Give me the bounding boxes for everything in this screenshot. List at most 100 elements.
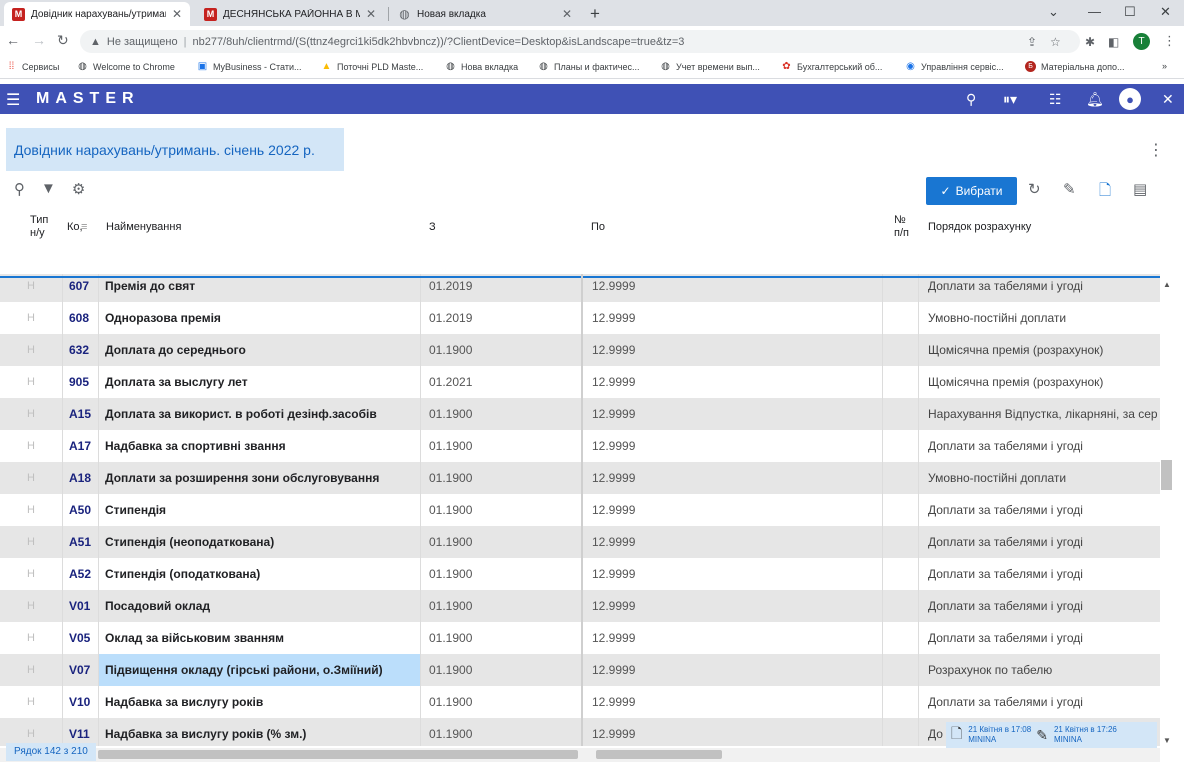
table-row[interactable]: Н V07 Підвищення окладу (гірські райони, о… [0,654,1160,686]
scroll-thumb[interactable] [1161,460,1172,490]
scroll-thumb-right[interactable] [596,750,722,759]
cell-code[interactable]: A15 [62,398,98,430]
cell-order[interactable]: Щомісячна премія (розрахунок) [918,334,1160,366]
page-menu-icon[interactable]: ⋮ [1148,140,1164,160]
minimize-icon[interactable]: — [1088,4,1101,19]
cell-from[interactable]: 01.2021 [420,366,582,398]
chrome-menu-icon[interactable]: ⋮ [1163,33,1176,49]
forward-icon[interactable]: → [32,32,46,48]
bookmark-item[interactable]: ▲ Поточні PLD Maste... [321,61,424,72]
cell-from[interactable]: 01.1900 [420,718,582,746]
hamburger-menu-icon[interactable]: ☰ [6,90,20,110]
table-row[interactable]: Н 608 Одноразова премія 01.2019 12.9999 Умовн… [0,302,1160,334]
close-window-icon[interactable]: ✕ [1160,4,1171,20]
cell-order[interactable]: Доплати за табелями і угоді [918,686,1160,718]
cell-to[interactable]: 12.9999 [582,366,882,398]
vertical-scrollbar[interactable]: ▲ ▼ [1160,278,1174,748]
sort-filter-icon[interactable]: ☷ [1049,91,1062,108]
cell-order[interactable]: Розрахунок по табелю [918,654,1160,686]
table-row[interactable]: Н 607 Премія до свят 01.2019 12.9999 Доплати … [0,274,1160,302]
cell-type[interactable]: Н [0,302,62,334]
browser-tab[interactable]: M ДЕСНЯНСЬКА РАЙОННА В МІС… ✕ [196,2,384,26]
cell-type[interactable]: Н [0,430,62,462]
cell-type[interactable]: Н [0,622,62,654]
cell-name[interactable]: Доплата за выслугу лет [98,366,420,398]
cell-name[interactable]: Надбавка за вислугу років [98,686,420,718]
column-header-order[interactable]: Порядок розрахунку [928,221,1031,234]
settings-gear-icon[interactable]: ⚙ [72,180,85,198]
cell-from[interactable]: 01.2019 [420,302,582,334]
cell-code[interactable]: 608 [62,302,98,334]
cell-order[interactable]: Доплати за табелями і угоді [918,274,1160,302]
new-tab-icon[interactable]: + [590,4,600,24]
extensions-icon[interactable]: ✱ [1085,35,1095,49]
cell-type[interactable]: Н [0,462,62,494]
cell-type[interactable]: Н [0,590,62,622]
edit-pencil-icon[interactable]: ✎ [1063,180,1076,198]
cell-to[interactable]: 12.9999 [582,622,882,654]
column-header-from[interactable]: З [429,221,436,234]
cell-type[interactable]: Н [0,686,62,718]
scroll-down-icon[interactable]: ▼ [1163,736,1171,745]
cell-code[interactable]: 632 [62,334,98,366]
reload-icon[interactable]: ↻ [57,32,69,49]
cell-order[interactable]: Доплати за табелями і угоді [918,622,1160,654]
cell-code[interactable]: V10 [62,686,98,718]
cell-from[interactable]: 01.1900 [420,622,582,654]
cell-to[interactable]: 12.9999 [582,718,882,746]
cell-from[interactable]: 01.1900 [420,494,582,526]
bookmark-item[interactable]: ◍ Welcome to Chrome [77,61,175,72]
cell-to[interactable]: 12.9999 [582,302,882,334]
cell-code[interactable]: 607 [62,274,98,302]
cell-code[interactable]: A52 [62,558,98,590]
table-row[interactable]: Н V01 Посадовий оклад 01.1900 12.9999 Доплати… [0,590,1160,622]
back-icon[interactable]: ← [6,32,20,48]
cell-name[interactable]: Премія до свят [98,274,420,302]
table-view-icon[interactable]: ▤ [1133,180,1147,198]
cell-order[interactable]: Доплати за табелями і угоді [918,558,1160,590]
cell-order[interactable]: Умовно-постійні доплати [918,462,1160,494]
cell-from[interactable]: 01.1900 [420,526,582,558]
cell-to[interactable]: 12.9999 [582,398,882,430]
cell-type[interactable]: Н [0,334,62,366]
select-button[interactable]: ✓ Вибрати [926,177,1017,205]
table-row[interactable]: Н A52 Стипендія (оподаткована) 01.1900 12.99… [0,558,1160,590]
column-header-num[interactable]: № п/п [894,214,914,240]
column-header-to[interactable]: По [591,221,605,234]
cell-name[interactable]: Доплата до середнього [98,334,420,366]
cell-type[interactable]: Н [0,558,62,590]
cell-type[interactable]: Н [0,398,62,430]
cell-num[interactable] [882,334,918,366]
column-header-name[interactable]: Найменування [106,221,181,234]
cell-to[interactable]: 12.9999 [582,494,882,526]
side-panel-icon[interactable]: ◧ [1108,35,1119,49]
cell-name[interactable]: Одноразова премія [98,302,420,334]
bookmark-item[interactable]: ▣ MyBusiness - Стати... [197,61,302,72]
refresh-icon[interactable]: ↻ [1028,180,1041,198]
cell-type[interactable]: Н [0,274,62,302]
cell-name[interactable]: Стипендія [98,494,420,526]
cell-code[interactable]: V11 [62,718,98,746]
cell-num[interactable] [882,274,918,302]
cell-to[interactable]: 12.9999 [582,654,882,686]
cell-from[interactable]: 01.1900 [420,654,582,686]
table-row[interactable]: Н 905 Доплата за выслугу лет 01.2021 12.9999… [0,366,1160,398]
cell-code[interactable]: A18 [62,462,98,494]
search-icon[interactable]: ⚲ [14,180,25,198]
pause-dropdown-icon[interactable]: ⏸▾ [1003,91,1017,108]
cell-to[interactable]: 12.9999 [582,462,882,494]
cell-from[interactable]: 01.1900 [420,398,582,430]
cell-to[interactable]: 12.9999 [582,274,882,302]
maximize-icon[interactable]: ☐ [1124,4,1136,20]
profile-avatar[interactable]: T [1133,33,1150,50]
cell-num[interactable] [882,686,918,718]
cell-order[interactable]: Доплати за табелями і угоді [918,590,1160,622]
cell-name[interactable]: Доплата за використ. в роботі дезінф.зас… [98,398,420,430]
cell-order[interactable]: Доплати за табелями і угоді [918,526,1160,558]
close-tab-icon[interactable]: ✕ [366,7,376,21]
close-tab-icon[interactable]: ✕ [172,7,182,21]
url-field[interactable]: ▲ Не защищено | nb277/8uh/clientrmd/(S(t… [80,30,1080,53]
cell-code[interactable]: A17 [62,430,98,462]
browser-tab-active[interactable]: M Довідник нарахувань/утриман… ✕ [4,2,190,26]
table-row[interactable]: Н V05 Оклад за військовим званням 01.1900 12… [0,622,1160,654]
